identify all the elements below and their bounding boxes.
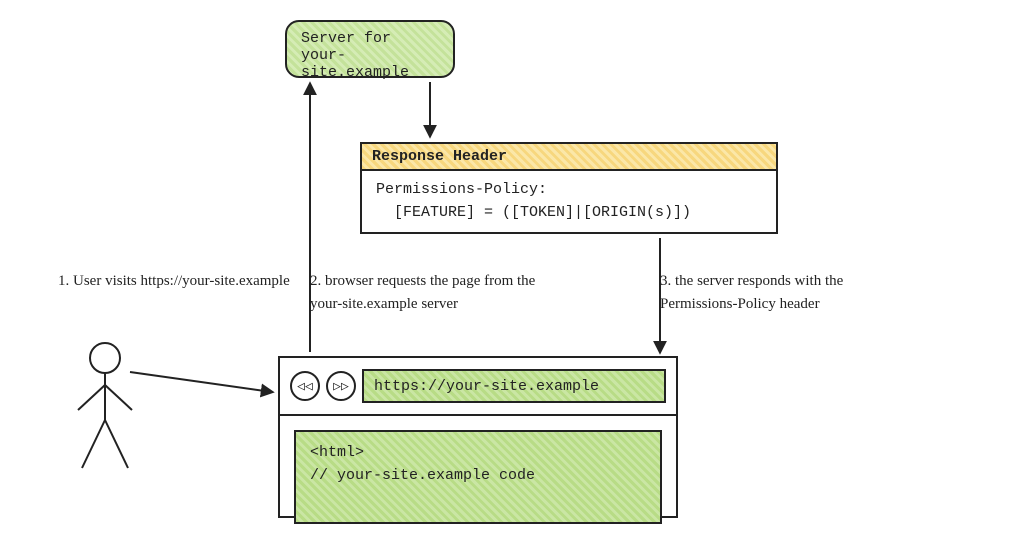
- step-3-caption: 3. the server responds with the Permissi…: [660, 270, 920, 315]
- code-line-1: <html>: [310, 442, 646, 465]
- url-text: https://your-site.example: [374, 378, 599, 395]
- server-box: Server for your-site.example: [285, 20, 455, 78]
- browser-navbar: ◁◁ ▷▷ https://your-site.example: [280, 358, 676, 416]
- url-bar: https://your-site.example: [362, 369, 666, 403]
- response-header-title: Response Header: [362, 144, 776, 171]
- step-1-caption: 1. User visits https://your-site.example: [58, 270, 290, 293]
- policy-line-1: Permissions-Policy:: [376, 179, 762, 202]
- code-line-2: // your-site.example code: [310, 465, 646, 488]
- page-code-box: <html> // your-site.example code: [294, 430, 662, 524]
- user-icon: [70, 340, 140, 470]
- step-2-caption: 2. browser requests the page from the yo…: [310, 270, 570, 315]
- response-header-body: Permissions-Policy: [FEATURE] = ([TOKEN]…: [362, 171, 776, 232]
- browser-content: <html> // your-site.example code: [280, 416, 676, 538]
- forward-icon: ▷▷: [326, 371, 356, 401]
- policy-line-2: [FEATURE] = ([TOKEN]|[ORIGIN(s)]): [376, 202, 762, 225]
- server-label-line2: your-site.example: [301, 47, 439, 81]
- server-label-line1: Server for: [301, 30, 439, 47]
- browser-window: ◁◁ ▷▷ https://your-site.example <html> /…: [278, 356, 678, 518]
- back-icon: ◁◁: [290, 371, 320, 401]
- response-header-box: Response Header Permissions-Policy: [FEA…: [360, 142, 778, 234]
- arrow-user-to-browser: [130, 372, 272, 392]
